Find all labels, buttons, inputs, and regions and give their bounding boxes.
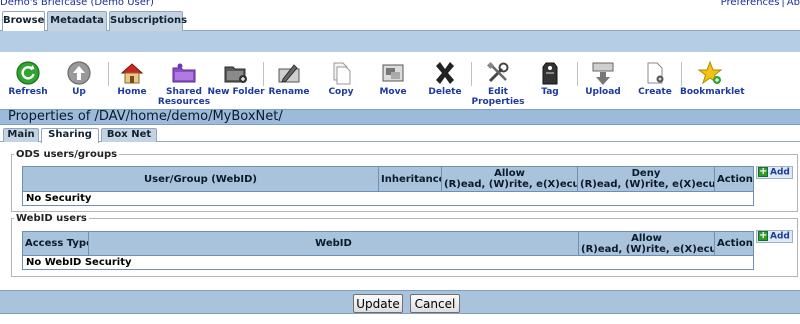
properties-tabs: Main Sharing Box Net <box>0 126 800 143</box>
tab-box-net[interactable]: Box Net <box>101 128 157 142</box>
col-deny: Deny (R)ead, (W)rite, e(X)ecute <box>577 166 715 192</box>
copy-button[interactable]: Copy <box>311 60 371 97</box>
col-inheritance: Inheritance <box>378 166 442 192</box>
upload-button[interactable]: Upload <box>573 60 633 97</box>
refresh-icon <box>16 61 40 85</box>
home-icon <box>120 63 144 84</box>
tools-icon <box>486 61 509 83</box>
briefcase-breadcrumb[interactable]: Demo's Briefcase (Demo User) <box>0 0 154 8</box>
preferences-link[interactable]: Preferences <box>721 0 780 8</box>
copy-label: Copy <box>328 87 354 97</box>
new-folder-button[interactable]: New Folder <box>206 60 266 97</box>
plus-icon: + <box>758 166 768 177</box>
move-icon <box>382 64 404 82</box>
tag-button[interactable]: Tag <box>520 60 580 97</box>
shared-resources-label-1: Shared <box>166 87 202 97</box>
edit-properties-button[interactable]: Edit Properties <box>468 60 528 107</box>
update-button[interactable]: Update <box>353 294 403 313</box>
empty-webid-row: No WebID Security <box>22 255 754 270</box>
bookmarklet-button[interactable]: Bookmarklet <box>680 60 745 97</box>
tab-subscriptions[interactable]: Subscriptions <box>109 11 187 31</box>
properties-title: Properties of /DAV/home/demo/MyBoxNet/ <box>0 109 800 125</box>
col-webid-allow-line2: (R)ead, (W)rite, e(X)ecute <box>581 243 715 255</box>
delete-icon <box>436 62 454 84</box>
col-action: Action <box>714 166 754 192</box>
new-folder-icon <box>224 66 247 83</box>
form-actions-bar: Update Cancel <box>0 290 800 314</box>
tab-browse[interactable]: Browse <box>2 11 45 32</box>
shared-resources-button[interactable]: Shared Resources <box>154 60 214 107</box>
blue-band <box>0 31 800 52</box>
add-ods-label: Add <box>770 167 790 178</box>
move-button[interactable]: Move <box>363 60 423 97</box>
plus-icon: + <box>758 230 768 241</box>
create-file-icon <box>647 62 664 84</box>
up-button[interactable]: Up <box>49 60 109 97</box>
edit-properties-label-2: Properties <box>471 97 525 107</box>
home-label: Home <box>117 87 147 97</box>
rename-button[interactable]: Rename <box>259 60 319 97</box>
tab-metadata[interactable]: Metadata <box>47 11 107 31</box>
col-webid-allow-line1: Allow <box>631 232 662 244</box>
upload-label: Upload <box>585 87 621 97</box>
rename-label: Rename <box>268 87 310 97</box>
add-webid-user-button[interactable]: + Add <box>756 230 793 243</box>
bookmarklet-label: Bookmarklet <box>680 87 745 97</box>
col-webid-action: Action <box>714 231 754 256</box>
rename-icon <box>278 64 300 83</box>
footer <box>0 314 800 324</box>
star-icon <box>697 60 723 85</box>
tab-sharing[interactable]: Sharing <box>41 128 99 143</box>
up-label: Up <box>72 87 86 97</box>
header-separator: | <box>781 0 785 8</box>
add-ods-user-button[interactable]: + Add <box>756 166 793 179</box>
about-link[interactable]: Ab <box>787 0 800 8</box>
delete-button[interactable]: Delete <box>415 60 475 97</box>
webid-permissions-table: Access Type WebID Allow (R)ead, (W)rite, … <box>22 231 754 270</box>
copy-icon <box>333 62 351 85</box>
ods-permissions-table: User/Group (WebID) Inheritance Allow (R)e… <box>22 166 754 206</box>
shared-folder-icon <box>172 63 196 83</box>
ods-section-legend: ODS users/groups <box>16 149 118 160</box>
tab-main[interactable]: Main <box>3 128 39 142</box>
col-user-group: User/Group (WebID) <box>22 166 379 192</box>
create-button[interactable]: Create <box>625 60 685 97</box>
delete-label: Delete <box>428 87 462 97</box>
tag-icon <box>542 62 558 85</box>
col-deny-line2: (R)ead, (W)rite, e(X)ecute <box>580 179 715 190</box>
col-access-type: Access Type <box>22 231 89 256</box>
move-label: Move <box>379 87 407 97</box>
sharing-panel: ODS users/groups User/Group (WebID) Inhe… <box>0 143 800 290</box>
col-webid-allow: Allow (R)ead, (W)rite, e(X)ecute <box>578 231 715 256</box>
tag-label: Tag <box>541 87 559 97</box>
cancel-button[interactable]: Cancel <box>410 294 460 313</box>
edit-properties-label-1: Edit <box>488 87 508 97</box>
empty-security-row: No Security <box>22 191 754 206</box>
create-label: Create <box>638 87 672 97</box>
col-allow-line2: (R)ead, (W)rite, e(X)ecute <box>444 179 578 190</box>
col-allow: Allow (R)ead, (W)rite, e(X)ecute <box>441 166 578 192</box>
top-header: Demo's Briefcase (Demo User) Preferences… <box>0 0 800 10</box>
new-folder-label: New Folder <box>207 87 265 97</box>
webid-section-legend: WebID users <box>16 213 87 224</box>
home-button[interactable]: Home <box>102 60 162 97</box>
col-webid: WebID <box>88 231 579 256</box>
main-tabs: Browse Metadata Subscriptions <box>0 10 800 32</box>
header-links: Preferences | Ab <box>721 0 800 8</box>
add-webid-label: Add <box>770 231 790 242</box>
up-arrow-icon <box>67 61 91 85</box>
col-deny-line1: Deny <box>631 168 661 179</box>
shared-resources-label-2: Resources <box>157 97 211 107</box>
col-allow-line1: Allow <box>494 168 525 179</box>
upload-icon <box>592 62 614 85</box>
toolbar: Refresh Up Home Shared Resources New Fol… <box>0 52 800 109</box>
